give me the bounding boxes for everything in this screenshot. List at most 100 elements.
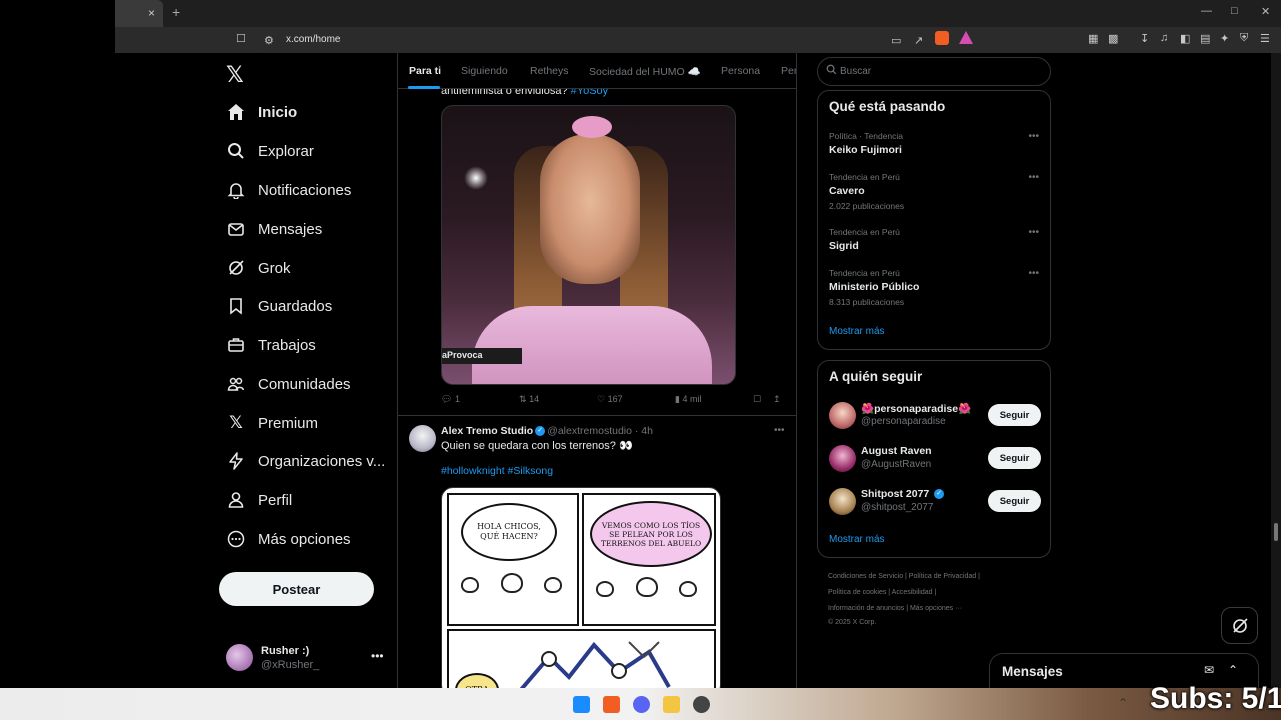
brave-rewards-icon[interactable] bbox=[959, 31, 973, 44]
show-more-link[interactable]: Mostrar más bbox=[829, 534, 885, 545]
grok-float-button[interactable] bbox=[1221, 607, 1258, 644]
follow-button[interactable]: Seguir bbox=[988, 447, 1041, 469]
follow-button[interactable]: Seguir bbox=[988, 490, 1041, 512]
bookmark-page-icon[interactable]: ☐ bbox=[236, 32, 246, 45]
tweet-media[interactable]: HOLA CHICOS, QUÉ HACEN? VEMOS COMO LOS T… bbox=[441, 487, 721, 688]
x-logo-icon[interactable]: 𝕏 bbox=[226, 62, 244, 88]
nav-item-premium[interactable]: 𝕏 Premium bbox=[226, 408, 318, 438]
trend-item[interactable]: Tendencia en Perú Ministerio Público 8.3… bbox=[829, 268, 1041, 307]
tweet-author[interactable]: Alex Tremo Studio ✓ @alextremostudio · 4h bbox=[441, 425, 653, 437]
tray-chevron-icon[interactable]: ⌃ bbox=[1118, 696, 1128, 710]
tab-para-ti[interactable]: Para ti bbox=[409, 65, 441, 77]
author-handle: @alextremostudio · 4h bbox=[547, 425, 653, 437]
site-settings-icon[interactable]: ⚙ bbox=[264, 34, 274, 47]
expand-icon[interactable]: ⌃ bbox=[1228, 663, 1238, 677]
media-icon[interactable]: ♫ bbox=[1160, 32, 1168, 44]
search-icon bbox=[826, 64, 837, 78]
discord-app-icon[interactable] bbox=[633, 696, 650, 713]
follow-handle: @personaparadise bbox=[861, 416, 946, 427]
wallet-icon[interactable]: ▤ bbox=[1200, 32, 1210, 45]
more-icon[interactable]: ••• bbox=[1028, 268, 1039, 279]
footer-links[interactable]: Condiciones de Servicio | Política de Pr… bbox=[828, 573, 980, 580]
media-shape bbox=[572, 116, 612, 138]
search-box[interactable]: Buscar bbox=[817, 57, 1051, 86]
browser-tab[interactable]: × bbox=[115, 0, 163, 27]
footer-links[interactable]: Información de anuncios | Más opciones ·… bbox=[828, 605, 962, 612]
file-explorer-icon[interactable] bbox=[663, 696, 680, 713]
app-icon[interactable] bbox=[693, 696, 710, 713]
translate-icon[interactable]: ▩ bbox=[1108, 32, 1118, 45]
nav-item-grok[interactable]: Grok bbox=[226, 253, 291, 283]
nav-item-notificaciones[interactable]: Notificaciones bbox=[226, 175, 351, 205]
scrollbar-thumb[interactable] bbox=[1274, 523, 1278, 541]
follow-suggestion[interactable]: August Raven @AugustRaven Seguir bbox=[829, 444, 1041, 474]
nav-item-mensajes[interactable]: Mensajes bbox=[226, 214, 322, 244]
views-button[interactable]: ▮ 4 mil bbox=[675, 394, 701, 405]
nav-item-inicio[interactable]: Inicio bbox=[226, 97, 297, 127]
nav-item-trabajos[interactable]: Trabajos bbox=[226, 330, 316, 360]
tab-per[interactable]: Per bbox=[781, 65, 796, 77]
tab-retheys[interactable]: Retheys bbox=[530, 65, 569, 77]
bookmark-icon[interactable]: ☐ bbox=[753, 394, 761, 405]
show-more-link[interactable]: Mostrar más bbox=[829, 326, 885, 337]
nav-item-perfil[interactable]: Perfil bbox=[226, 485, 292, 515]
reply-button[interactable]: 💬︎ 1 bbox=[441, 394, 460, 405]
trend-item[interactable]: Política · Tendencia Keiko Fujimori ••• bbox=[829, 131, 1041, 156]
new-tab-icon[interactable]: + bbox=[172, 4, 180, 20]
more-icon[interactable]: ••• bbox=[774, 425, 785, 436]
nav-item-explorar[interactable]: Explorar bbox=[226, 136, 314, 166]
like-button[interactable]: ♡ 167 bbox=[597, 394, 623, 405]
menu-icon[interactable]: ☰ bbox=[1260, 32, 1270, 45]
hashtag-links[interactable]: #hollowknight #Silksong bbox=[441, 465, 553, 477]
retweet-icon: ⇅ bbox=[519, 394, 527, 404]
more-icon[interactable]: ••• bbox=[1028, 227, 1039, 238]
nav-label: Guardados bbox=[258, 297, 333, 315]
share-icon[interactable]: ↥ bbox=[773, 394, 781, 405]
retweet-button[interactable]: ⇅ 14 bbox=[519, 394, 539, 405]
start-icon[interactable] bbox=[573, 696, 590, 713]
nav-item-comunidades[interactable]: Comunidades bbox=[226, 369, 351, 399]
nav-item-mas-opciones[interactable]: Más opciones bbox=[226, 524, 351, 554]
share-icon[interactable]: ↗ bbox=[914, 34, 923, 47]
minimize-icon[interactable]: — bbox=[1201, 5, 1212, 17]
subs-overlay: Subs: 5/10 bbox=[1150, 682, 1281, 715]
tab-persona[interactable]: Persona bbox=[721, 65, 760, 77]
avatar bbox=[829, 402, 856, 429]
follow-suggestion[interactable]: Shitpost 2077 ✓ @shitpost_2077 Seguir bbox=[829, 487, 1041, 517]
more-icon[interactable]: ••• bbox=[1028, 131, 1039, 142]
more-icon[interactable]: ••• bbox=[371, 649, 384, 663]
tweet-media[interactable]: aProvoca bbox=[441, 105, 736, 385]
tab-sociedad-del-humo[interactable]: Sociedad del HUMO ☁️ bbox=[589, 65, 701, 78]
more-icon[interactable]: ••• bbox=[1028, 172, 1039, 183]
brave-shields-icon[interactable] bbox=[935, 31, 949, 45]
sidebar-toggle-icon[interactable]: ◧ bbox=[1180, 32, 1190, 45]
trend-category: Tendencia en Perú bbox=[829, 227, 900, 237]
media-shape bbox=[472, 306, 712, 384]
close-tab-icon[interactable]: × bbox=[148, 6, 155, 20]
comic-panel: OTRA bbox=[447, 629, 716, 688]
brave-app-icon[interactable] bbox=[603, 696, 620, 713]
tab-siguiendo[interactable]: Siguiendo bbox=[461, 65, 508, 77]
address-bar[interactable]: ⚙ x.com/home ▭ ↗ bbox=[258, 30, 978, 50]
avatar[interactable] bbox=[409, 425, 436, 452]
cast-icon[interactable]: ▭ bbox=[891, 34, 901, 47]
nav-item-guardados[interactable]: Guardados bbox=[226, 291, 332, 321]
view-count: 4 mil bbox=[682, 394, 702, 404]
trend-item[interactable]: Tendencia en Perú Cavero 2.022 publicaci… bbox=[829, 172, 1041, 211]
maximize-icon[interactable]: □ bbox=[1231, 5, 1238, 17]
follow-suggestion[interactable]: 🌺personaparadise🌺 @personaparadise Segui… bbox=[829, 401, 1041, 431]
post-button[interactable]: Postear bbox=[219, 572, 374, 606]
extensions-icon[interactable]: ▦ bbox=[1088, 32, 1098, 45]
ai-icon[interactable]: ✦ bbox=[1220, 32, 1229, 45]
follow-button[interactable]: Seguir bbox=[988, 404, 1041, 426]
trend-item[interactable]: Tendencia en Perú Sigrid ••• bbox=[829, 227, 1041, 252]
comic-panel: HOLA CHICOS, QUÉ HACEN? bbox=[447, 493, 579, 626]
page-scrollbar[interactable] bbox=[1271, 53, 1281, 688]
footer-links[interactable]: Política de cookies | Accesibilidad | bbox=[828, 589, 936, 596]
close-window-icon[interactable]: ✕ bbox=[1261, 5, 1270, 18]
compose-message-icon[interactable]: ✉ bbox=[1204, 663, 1214, 677]
account-switcher[interactable]: Rusher :) @xRusher_ ••• bbox=[226, 643, 386, 675]
nav-item-organizaciones[interactable]: Organizaciones v... bbox=[226, 446, 385, 476]
download-icon[interactable]: ↧ bbox=[1140, 32, 1149, 45]
vpn-shield-icon[interactable]: ⛨ bbox=[1240, 32, 1248, 45]
